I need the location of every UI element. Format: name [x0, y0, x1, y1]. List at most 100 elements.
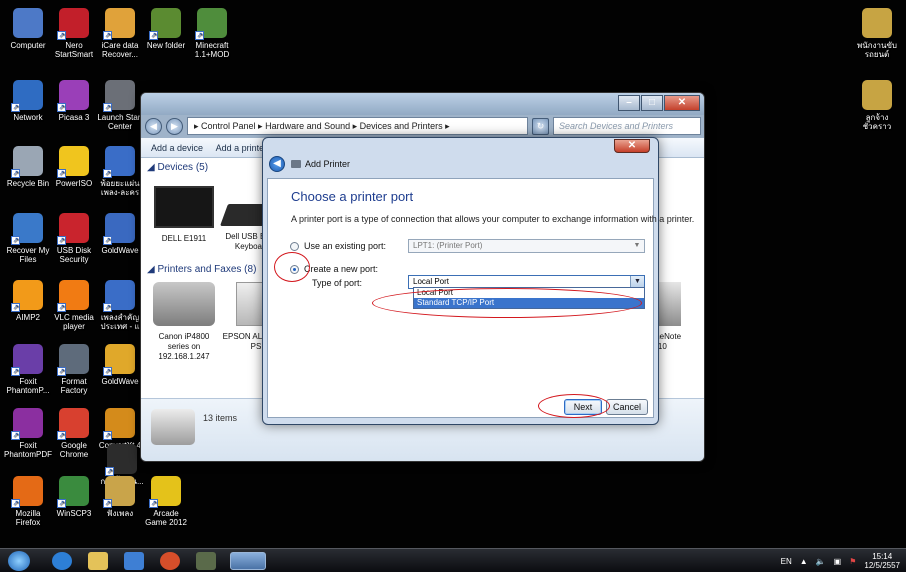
printers-group-header[interactable]: ◢ Printers and Faxes (8) — [147, 264, 256, 275]
maximize-icon[interactable]: □ — [641, 95, 663, 111]
desktop: Computer ↗ Nero StartSmart ↗ iCare data Reco… — [0, 0, 906, 572]
desktop-shortcut[interactable]: ↗ Mozilla Firefox — [4, 476, 52, 527]
dialog-titlebar[interactable]: ✕ ◀ Add Printer — [263, 138, 658, 178]
desktop-shortcut[interactable]: ↗ GoldWave — [96, 213, 144, 255]
desktop-shortcut-label: Foxit PhantomP... — [6, 377, 50, 395]
shortcut-arrow-icon: ↗ — [57, 169, 66, 178]
start-button[interactable] — [8, 551, 30, 571]
desktop-shortcut-label: เพลงสำคัญประเทศ - แ — [100, 313, 140, 331]
desktop-shortcut-label: Google Chrome — [59, 441, 89, 459]
show-hidden-icons[interactable]: ▲ — [800, 557, 808, 566]
recover-icon: ↗ — [11, 213, 43, 245]
clock[interactable]: 15:14 12/5/2557 — [864, 552, 900, 570]
shortcut-arrow-icon: ↗ — [57, 31, 66, 40]
desktop-shortcut[interactable]: ↗ Foxit PhantomP... — [4, 344, 52, 395]
shortcut-arrow-icon: ↗ — [103, 499, 112, 508]
dropdown-option-tcpip-port[interactable]: Standard TCP/IP Port — [414, 298, 644, 308]
desktop-shortcut[interactable]: ลูกจ้างชั่วคราว — [852, 80, 902, 131]
shortcut-arrow-icon: ↗ — [11, 431, 20, 440]
winscp-icon: ↗ — [57, 476, 89, 508]
dropdown-option-local-port[interactable]: Local Port — [414, 288, 644, 298]
goldwave-icon: ↗ — [103, 213, 135, 245]
desktop-shortcut[interactable]: ↗ GoldWave — [96, 344, 144, 386]
existing-port-value: LPT1: (Printer Port) — [413, 241, 483, 250]
minimize-icon[interactable]: – — [618, 95, 640, 111]
shortcut-arrow-icon: ↗ — [103, 169, 112, 178]
calendar-icon[interactable] — [196, 552, 216, 570]
action-center-flag-icon[interactable]: ⚑ — [849, 557, 856, 566]
desktop-shortcut[interactable]: Computer — [4, 8, 52, 50]
firefox-icon[interactable] — [160, 552, 180, 570]
desktop-shortcut[interactable]: ↗ Network — [4, 80, 52, 122]
desktop-shortcut[interactable]: ↗ USB Disk Security — [50, 213, 98, 264]
search-input[interactable]: Search Devices and Printers — [553, 117, 701, 135]
system-tray: EN ▲ 🔈 ▣ ⚑ 15:14 12/5/2557 — [781, 552, 900, 570]
shortcut-arrow-icon: ↗ — [149, 499, 158, 508]
language-indicator[interactable]: EN — [781, 557, 792, 566]
desktop-shortcut[interactable]: ↗ Google Chrome — [50, 408, 98, 459]
shortcut-arrow-icon: ↗ — [57, 236, 66, 245]
devices-window-task[interactable] — [230, 552, 266, 570]
cancel-button[interactable]: Cancel — [606, 399, 648, 415]
create-new-port-label[interactable]: Create a new port: — [304, 264, 378, 274]
close-icon[interactable]: ✕ — [614, 139, 650, 153]
create-new-port-radio[interactable] — [290, 265, 299, 274]
printer-canon[interactable]: Canon iP4800 series on 192.168.1.247 — [149, 282, 219, 362]
desktop-shortcut[interactable]: ↗ Recycle Bin — [4, 146, 52, 188]
shortcut-arrow-icon: ↗ — [103, 431, 112, 440]
back-arrow-icon[interactable]: ◀ — [145, 117, 162, 135]
shortcut-arrow-icon: ↗ — [11, 103, 20, 112]
folder-icon: ↗ — [149, 8, 181, 40]
desktop-shortcut[interactable]: ↗ Picasa 3 — [50, 80, 98, 122]
devices-group-header[interactable]: ◢ Devices (5) — [147, 162, 208, 173]
close-icon[interactable]: ✕ — [664, 95, 700, 111]
internet-explorer-icon[interactable] — [52, 552, 72, 570]
device-monitor[interactable]: DELL E1911 — [149, 186, 219, 244]
desktop-shortcut[interactable]: ↗ Launch Start Center — [96, 80, 144, 131]
explorer-folder-icon[interactable] — [88, 552, 108, 570]
desktop-shortcut-label: USB Disk Security — [56, 246, 92, 264]
desktop-shortcut[interactable]: ↗ PowerISO — [50, 146, 98, 188]
forward-arrow-icon[interactable]: ▶ — [166, 117, 183, 135]
desktop-shortcut[interactable]: ↗ New folder — [142, 8, 190, 50]
volume-icon[interactable]: 🔈 — [816, 557, 826, 566]
desktop-shortcut[interactable]: ↗ VLC media player — [50, 280, 98, 331]
printer-icon — [151, 409, 195, 445]
breadcrumb[interactable]: ▸ Control Panel ▸ Hardware and Sound ▸ D… — [187, 117, 528, 135]
desktop-shortcut[interactable]: ↗ Nero StartSmart — [50, 8, 98, 59]
device-label: DELL E1911 — [161, 234, 207, 243]
desktop-shortcut[interactable]: ↗ เพลงสำคัญประเทศ - แ — [96, 280, 144, 331]
chrome-icon: ↗ — [57, 408, 89, 440]
next-button[interactable]: Next — [564, 399, 602, 415]
media-player-icon[interactable] — [124, 552, 144, 570]
desktop-shortcut[interactable]: พนักงานขับรถยนต์ — [852, 8, 902, 59]
port-type-value: Local Port — [413, 277, 450, 286]
clock-time: 15:14 — [872, 552, 893, 561]
minecraft-icon: ↗ — [195, 8, 227, 40]
desktop-shortcut[interactable]: ↗ Minecraft 1.1+MOD — [188, 8, 236, 59]
desktop-shortcut-label: ฟังเพลง — [106, 509, 134, 518]
desktop-shortcut[interactable]: ↗ Arcade Game 2012 — [142, 476, 190, 527]
add-printer-button[interactable]: Add a printer — [216, 143, 268, 153]
desktop-shortcut[interactable]: ↗ Format Factory — [50, 344, 98, 395]
desktop-shortcut-label: GoldWave — [101, 246, 139, 255]
foxit-icon: ↗ — [11, 344, 43, 376]
back-arrow-icon[interactable]: ◀ — [269, 156, 285, 172]
existing-port-select[interactable]: LPT1: (Printer Port) ▼ — [408, 239, 645, 253]
dialog-title: Add Printer — [291, 159, 350, 169]
desktop-shortcut[interactable]: ↗ Foxit PhantomPDF — [4, 408, 52, 459]
desktop-shortcut[interactable]: ↗ พ้อยยะแผ่นเพลง-ละคร — [96, 146, 144, 197]
desktop-shortcut[interactable]: ↗ Recover My Files — [4, 213, 52, 264]
desktop-shortcut[interactable]: ↗ WinSCP3 — [50, 476, 98, 518]
desktop-shortcut[interactable]: ↗ iCare data Recover... — [96, 8, 144, 59]
desktop-shortcut[interactable]: ↗ ฟังเพลง — [96, 476, 144, 518]
use-existing-port-radio[interactable] — [290, 242, 299, 251]
desktop-shortcut-label: Recover My Files — [6, 246, 50, 264]
dialog-title-text: Add Printer — [305, 159, 351, 169]
network-icon[interactable]: ▣ — [834, 557, 842, 566]
use-existing-port-label[interactable]: Use an existing port: — [304, 241, 386, 251]
desktop-shortcut[interactable]: ↗ AIMP2 — [4, 280, 52, 322]
refresh-icon[interactable]: ↻ — [532, 117, 549, 135]
window-titlebar[interactable]: – □ ✕ — [141, 93, 704, 115]
add-device-button[interactable]: Add a device — [151, 143, 203, 153]
